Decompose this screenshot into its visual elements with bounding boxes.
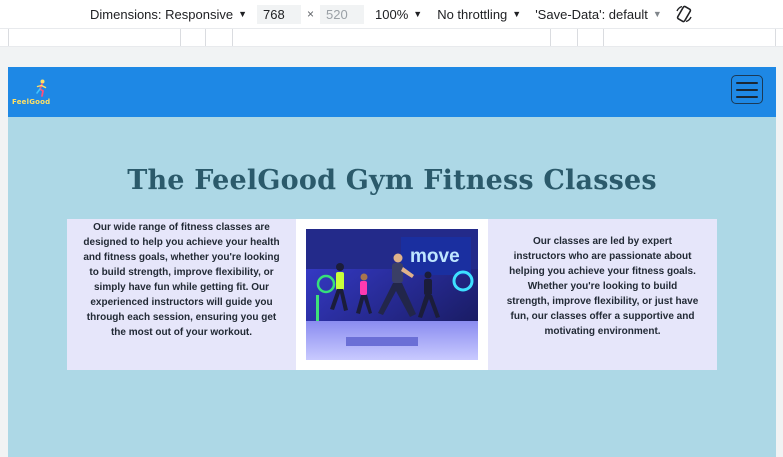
save-data-label: 'Save-Data': default — [535, 6, 648, 22]
right-text-panel: Our classes are led by expert instructor… — [488, 219, 717, 370]
devtools-device-toolbar: Dimensions: Responsive ▼ 768 × 520 100% … — [0, 0, 783, 28]
hamburger-line — [736, 81, 758, 84]
navbar-toggler-button[interactable] — [731, 75, 763, 104]
dimensions-label: Dimensions: Responsive — [90, 6, 234, 22]
ruler-tick — [232, 29, 233, 46]
ruler-tick — [205, 29, 206, 46]
ruler-tick — [8, 29, 9, 46]
navbar: FeelGood — [8, 67, 776, 117]
ruler-tick — [180, 29, 181, 46]
hamburger-line — [736, 95, 758, 98]
brand-logo[interactable]: FeelGood — [12, 79, 68, 109]
photo-sign-text: move — [410, 246, 460, 267]
brand-name: FeelGood — [12, 98, 51, 106]
left-description: Our wide range of fitness classes are de… — [83, 222, 280, 338]
page-title: The FeelGood Gym Fitness Classes — [127, 165, 657, 196]
gym-class-photo: move — [306, 229, 478, 360]
height-input[interactable]: 520 — [320, 4, 365, 24]
zoom-dropdown[interactable]: 100% ▼ — [375, 7, 422, 22]
throttling-label: No throttling — [437, 6, 508, 22]
left-text-panel: Our wide range of fitness classes are de… — [67, 219, 296, 370]
right-description: Our classes are led by expert instructor… — [506, 236, 699, 337]
ruler-tick — [603, 29, 604, 46]
runner-icon — [36, 79, 47, 97]
hamburger-line — [736, 88, 758, 91]
ruler-tick — [550, 29, 551, 46]
times-separator: × — [307, 7, 315, 21]
ruler-tick — [775, 29, 776, 46]
ruler-tick — [577, 29, 578, 46]
width-input[interactable]: 768 — [257, 4, 301, 24]
throttling-dropdown[interactable]: No throttling ▼ — [437, 7, 521, 22]
zoom-label: 100% — [375, 6, 409, 22]
media-query-bar — [0, 28, 783, 47]
page-viewport: FeelGood The FeelGood Gym Fitness Classe… — [8, 67, 776, 457]
caret-down-icon: ▼ — [652, 9, 662, 19]
dimensions-dropdown[interactable]: Dimensions: Responsive ▼ — [90, 7, 247, 22]
save-data-dropdown[interactable]: 'Save-Data': default ▼ — [535, 7, 662, 22]
image-panel: move — [296, 219, 488, 370]
caret-down-icon: ▼ — [413, 9, 423, 19]
rotate-icon[interactable] — [674, 4, 694, 24]
caret-down-icon: ▼ — [512, 9, 522, 19]
caret-down-icon: ▼ — [238, 9, 247, 19]
